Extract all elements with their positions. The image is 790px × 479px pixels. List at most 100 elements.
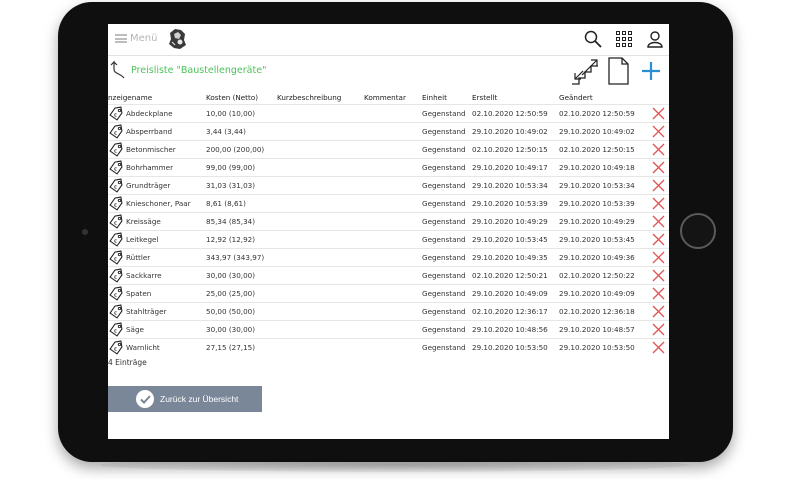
menu-button[interactable]: Menü <box>115 33 157 44</box>
cell-short-description <box>277 284 364 303</box>
company-logo[interactable] <box>166 27 188 51</box>
column-header-unit[interactable]: Einheit <box>422 90 472 105</box>
back-to-overview-button[interactable]: Zurück zur Übersicht <box>108 386 262 412</box>
item-name: Rüttler <box>126 253 151 262</box>
cell-delete[interactable] <box>647 212 669 231</box>
close-icon[interactable] <box>652 233 665 246</box>
table-row[interactable]: € Grundträger 31,03 (31,03) Gegenstand 29.10… <box>108 176 669 195</box>
cell-delete[interactable] <box>647 176 669 195</box>
back-to-overview-label: Zurück zur Übersicht <box>160 394 239 404</box>
cell-delete[interactable] <box>647 266 669 285</box>
cell-short-description <box>277 104 364 123</box>
close-icon[interactable] <box>652 287 665 300</box>
cell-delete[interactable] <box>647 302 669 321</box>
column-header-cost[interactable]: Kosten (Netto) <box>206 90 277 105</box>
price-tag-icon: € <box>109 195 123 211</box>
item-name: Spaten <box>126 289 152 298</box>
column-header-name[interactable]: nzeigename <box>108 90 206 105</box>
user-icon[interactable] <box>646 30 664 48</box>
table-row[interactable]: € Betonmischer 200,00 (200,00) Gegenstand 02… <box>108 140 669 159</box>
close-icon[interactable] <box>652 107 665 120</box>
cell-delete[interactable] <box>647 140 669 159</box>
plus-icon[interactable] <box>641 61 661 81</box>
cell-created: 29.10.2020 10:49:35 <box>472 248 559 267</box>
cell-delete[interactable] <box>647 284 669 303</box>
cell-delete[interactable] <box>647 248 669 267</box>
close-icon[interactable] <box>652 179 665 192</box>
price-tag-icon: € <box>109 339 123 355</box>
cell-short-description <box>277 158 364 177</box>
close-icon[interactable] <box>652 323 665 336</box>
cell-name[interactable]: € Betonmischer <box>108 140 206 159</box>
cell-unit: Gegenstand <box>422 248 472 267</box>
close-icon[interactable] <box>652 305 665 318</box>
cell-name[interactable]: € Leitkegel <box>108 230 206 249</box>
close-icon[interactable] <box>652 125 665 138</box>
back-arrow-icon[interactable] <box>110 60 126 80</box>
cell-delete[interactable] <box>647 122 669 141</box>
table-row[interactable]: € Warnlicht 27,15 (27,15) Gegenstand 29.10.2… <box>108 338 669 356</box>
close-icon[interactable] <box>652 143 665 156</box>
table-row[interactable]: € Abdeckplane 10,00 (10,00) Gegenstand 02.10… <box>108 104 669 123</box>
cell-name[interactable]: € Bohrhammer <box>108 158 206 177</box>
close-icon[interactable] <box>652 197 665 210</box>
camera <box>82 229 88 235</box>
close-icon[interactable] <box>652 251 665 264</box>
table-row[interactable]: € Säge 30,00 (30,00) Gegenstand 29.10.2020 1… <box>108 320 669 339</box>
svg-text:€: € <box>114 131 117 137</box>
table-row[interactable]: € Absperrband 3,44 (3,44) Gegenstand 29.10.2… <box>108 122 669 141</box>
page-title: Preisliste "Baustellengeräte" <box>131 65 267 76</box>
cell-name[interactable]: € Kreissäge <box>108 212 206 231</box>
table-row[interactable]: € Knieschoner, Paar 8,61 (8,61) Gegenstand 2… <box>108 194 669 213</box>
cell-cost: 12,92 (12,92) <box>206 230 277 249</box>
table-row[interactable]: € Stahlträger 50,00 (50,00) Gegenstand 02.10… <box>108 302 669 321</box>
cell-delete[interactable] <box>647 338 669 356</box>
column-header-changed[interactable]: Geändert <box>559 90 647 105</box>
cell-name[interactable]: € Rüttler <box>108 248 206 267</box>
cell-unit: Gegenstand <box>422 104 472 123</box>
cell-delete[interactable] <box>647 158 669 177</box>
cell-short-description <box>277 338 364 356</box>
cell-changed: 02.10.2020 12:50:22 <box>559 266 647 285</box>
cell-name[interactable]: € Absperrband <box>108 122 206 141</box>
column-header-created[interactable]: Erstellt <box>472 90 559 105</box>
document-icon[interactable] <box>608 57 629 85</box>
cell-name[interactable]: € Warnlicht <box>108 338 206 356</box>
table-row[interactable]: € Rüttler 343,97 (343,97) Gegenstand 29.10.2… <box>108 248 669 267</box>
cell-name[interactable]: € Sackkarre <box>108 266 206 285</box>
close-icon[interactable] <box>652 269 665 282</box>
stairs-arrows-icon[interactable] <box>571 57 600 86</box>
close-icon[interactable] <box>652 161 665 174</box>
table-row[interactable]: € Bohrhammer 99,00 (99,00) Gegenstand 29.10.… <box>108 158 669 177</box>
cell-name[interactable]: € Abdeckplane <box>108 104 206 123</box>
column-header-comment[interactable]: Kommentar <box>364 90 422 105</box>
cell-unit: Gegenstand <box>422 302 472 321</box>
close-icon[interactable] <box>652 341 665 354</box>
cell-name[interactable]: € Spaten <box>108 284 206 303</box>
price-tag-icon: € <box>109 231 123 247</box>
cell-cost: 343,97 (343,97) <box>206 248 277 267</box>
home-button[interactable] <box>680 213 716 249</box>
cell-unit: Gegenstand <box>422 266 472 285</box>
cell-name[interactable]: € Grundträger <box>108 176 206 195</box>
cell-name[interactable]: € Knieschoner, Paar <box>108 194 206 213</box>
cell-short-description <box>277 212 364 231</box>
cell-delete[interactable] <box>647 194 669 213</box>
cell-delete[interactable] <box>647 230 669 249</box>
cell-name[interactable]: € Säge <box>108 320 206 339</box>
search-icon[interactable] <box>584 30 602 48</box>
cell-delete[interactable] <box>647 104 669 123</box>
close-icon[interactable] <box>652 215 665 228</box>
cell-name[interactable]: € Stahlträger <box>108 302 206 321</box>
table-row[interactable]: € Leitkegel 12,92 (12,92) Gegenstand 29.10.2… <box>108 230 669 249</box>
column-header-short-description[interactable]: Kurzbeschreibung <box>277 90 364 105</box>
table-row[interactable]: € Spaten 25,00 (25,00) Gegenstand 29.10.2020… <box>108 284 669 303</box>
table-row[interactable]: € Sackkarre 30,00 (30,00) Gegenstand 02.10.2… <box>108 266 669 285</box>
cell-unit: Gegenstand <box>422 176 472 195</box>
cell-delete[interactable] <box>647 320 669 339</box>
cell-changed: 29.10.2020 10:49:29 <box>559 212 647 231</box>
cell-short-description <box>277 266 364 285</box>
grid-icon[interactable] <box>615 30 633 48</box>
price-tag-icon: € <box>109 213 123 229</box>
table-row[interactable]: € Kreissäge 85,34 (85,34) Gegenstand 29.10.2… <box>108 212 669 231</box>
